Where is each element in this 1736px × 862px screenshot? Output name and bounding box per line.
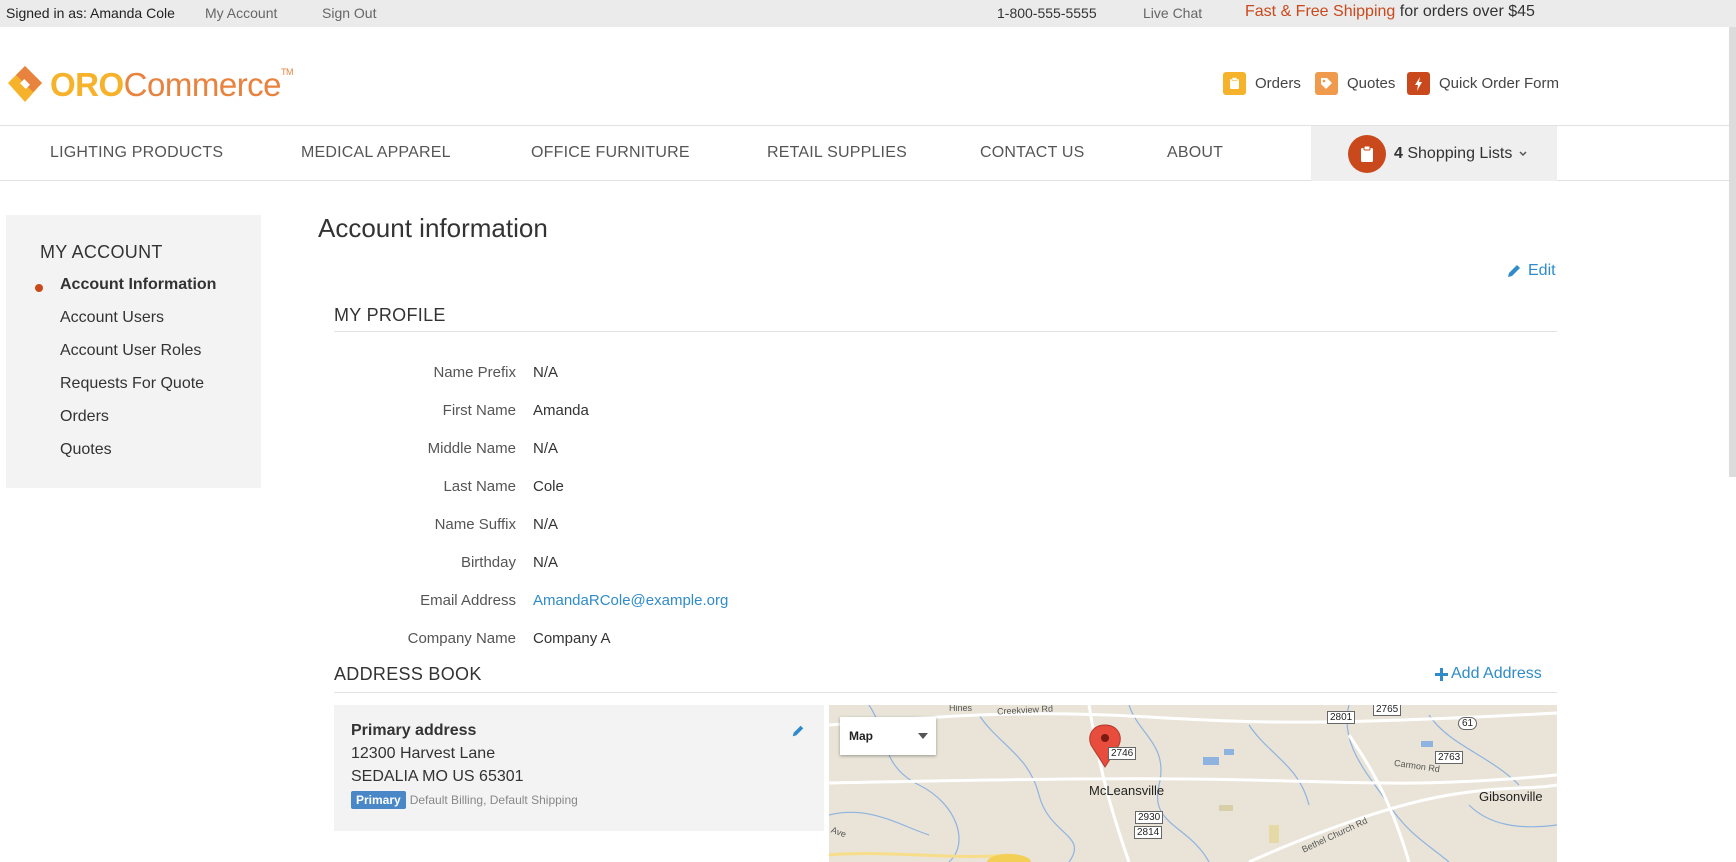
logo-wordmark: OROCommerceTM bbox=[50, 65, 294, 103]
orders-link-label: Orders bbox=[1255, 75, 1301, 92]
shopping-lists-label: 4 Shopping Lists bbox=[1394, 145, 1512, 163]
address-card-title: Primary address bbox=[351, 722, 477, 739]
page-title: Account information bbox=[318, 213, 548, 243]
top-bar: Signed in as: Amanda Cole My Account Sig… bbox=[0, 0, 1736, 27]
edit-profile-link[interactable]: Edit bbox=[1506, 262, 1556, 280]
chevron-down-icon bbox=[1519, 150, 1527, 156]
section-divider bbox=[334, 692, 1557, 693]
map-route-shield: 2930 bbox=[1135, 811, 1164, 824]
sidebar-item-account-user-roles[interactable]: Account User Roles bbox=[60, 342, 201, 360]
caret-down-icon bbox=[918, 733, 928, 739]
nav-item-contact-us[interactable]: CONTACT US bbox=[980, 144, 1085, 162]
field-label-name-suffix: Name Suffix bbox=[434, 516, 516, 533]
logo-text-commerce: Commerce bbox=[123, 65, 282, 103]
tag-icon bbox=[1315, 72, 1338, 95]
field-label-middle-name: Middle Name bbox=[427, 440, 516, 457]
section-divider bbox=[334, 331, 1557, 332]
sidebar-title: MY ACCOUNT bbox=[40, 242, 163, 262]
live-chat-link[interactable]: Live Chat bbox=[1143, 5, 1202, 21]
field-label-first-name: First Name bbox=[442, 402, 516, 419]
page-scrollbar[interactable] bbox=[1729, 27, 1736, 477]
field-value-name-prefix: N/A bbox=[533, 364, 559, 381]
field-value-last-name: Cole bbox=[533, 478, 564, 495]
shopping-lists-count: 4 bbox=[1394, 144, 1403, 162]
nav-item-about[interactable]: ABOUT bbox=[1167, 144, 1223, 162]
field-value-name-suffix: N/A bbox=[533, 516, 559, 533]
logo-mark-icon bbox=[8, 66, 42, 102]
field-label-email-address: Email Address bbox=[420, 592, 516, 609]
pencil-icon bbox=[1508, 265, 1520, 277]
add-address-label: Add Address bbox=[1451, 665, 1542, 682]
address-line-city: SEDALIA MO US 65301 bbox=[351, 768, 524, 785]
map-type-select[interactable]: Map bbox=[840, 717, 936, 755]
field-value-email-address[interactable]: AmandaRCole@example.org bbox=[533, 592, 728, 609]
clipboard-icon bbox=[1223, 72, 1246, 95]
phone-number: 1-800-555-5555 bbox=[997, 5, 1097, 21]
shopping-lists-dropdown[interactable]: 4 Shopping Lists bbox=[1311, 126, 1557, 181]
logo-trademark: TM bbox=[281, 66, 294, 77]
sidebar-item-requests-for-quote[interactable]: Requests For Quote bbox=[60, 375, 204, 393]
plus-icon bbox=[1435, 667, 1448, 681]
lightning-icon bbox=[1407, 72, 1430, 95]
my-profile-heading: MY PROFILE bbox=[334, 305, 446, 325]
field-value-middle-name: N/A bbox=[533, 440, 559, 457]
my-account-link[interactable]: My Account bbox=[205, 5, 277, 21]
shipping-promo: Fast & Free Shipping for orders over $45 bbox=[1245, 3, 1535, 21]
address-types: Primary Default Billing, Default Shippin… bbox=[351, 791, 578, 809]
address-line-street: 12300 Harvest Lane bbox=[351, 745, 496, 762]
edit-profile-label: Edit bbox=[1528, 262, 1556, 279]
map-route-shield: 2763 bbox=[1435, 751, 1464, 764]
add-address-link[interactable]: Add Address bbox=[1435, 665, 1542, 683]
field-label-last-name: Last Name bbox=[443, 478, 516, 495]
map-route-shield: 2765 bbox=[1373, 705, 1402, 716]
map-route-shield: 2801 bbox=[1327, 711, 1356, 724]
shipping-promo-accent: Fast & Free Shipping bbox=[1245, 3, 1396, 20]
shopping-list-icon bbox=[1348, 134, 1386, 173]
sidebar-item-account-users[interactable]: Account Users bbox=[60, 309, 164, 327]
shipping-promo-rest: for orders over $45 bbox=[1395, 3, 1535, 20]
site-logo[interactable]: OROCommerceTM bbox=[6, 62, 294, 106]
map-place-label-gibsonville: Gibsonville bbox=[1479, 789, 1543, 804]
sign-out-link[interactable]: Sign Out bbox=[322, 5, 376, 21]
map-route-shield: 2814 bbox=[1134, 826, 1163, 839]
map-canvas bbox=[829, 705, 1557, 862]
quick-order-form-label: Quick Order Form bbox=[1439, 75, 1560, 92]
address-map[interactable]: McLeansville Gibsonville Creekview Rd Ca… bbox=[829, 705, 1557, 862]
quotes-link-label: Quotes bbox=[1347, 75, 1396, 92]
edit-address-pencil-icon[interactable] bbox=[791, 724, 805, 738]
field-label-birthday: Birthday bbox=[460, 554, 516, 571]
quick-order-form-link[interactable]: Quick Order Form bbox=[1407, 72, 1559, 95]
orders-link[interactable]: Orders bbox=[1223, 72, 1301, 95]
map-route-shield: 2746 bbox=[1108, 747, 1137, 760]
field-value-birthday: N/A bbox=[533, 554, 559, 571]
address-book-heading: ADDRESS BOOK bbox=[334, 664, 482, 684]
quotes-link[interactable]: Quotes bbox=[1315, 72, 1395, 95]
field-value-company-name: Company A bbox=[533, 630, 611, 647]
logo-text-oro: ORO bbox=[50, 65, 124, 103]
signed-in-text: Signed in as: Amanda Cole bbox=[6, 5, 175, 21]
nav-item-medical-apparel[interactable]: MEDICAL APPAREL bbox=[301, 144, 451, 162]
sidebar-item-orders[interactable]: Orders bbox=[60, 408, 109, 426]
address-type-text: Default Billing, Default Shipping bbox=[409, 793, 578, 807]
address-card: Primary address 12300 Harvest Lane SEDAL… bbox=[334, 705, 824, 831]
nav-item-retail-supplies[interactable]: RETAIL SUPPLIES bbox=[767, 144, 907, 162]
field-label-name-prefix: Name Prefix bbox=[433, 364, 516, 381]
active-indicator-dot bbox=[35, 284, 43, 292]
nav-item-office-furniture[interactable]: OFFICE FURNITURE bbox=[531, 144, 690, 162]
map-route-shield: 61 bbox=[1458, 717, 1478, 730]
nav-item-lighting-products[interactable]: LIGHTING PRODUCTS bbox=[50, 144, 223, 162]
map-road-label-hines: Hines bbox=[949, 705, 973, 713]
field-value-first-name: Amanda bbox=[533, 402, 589, 419]
map-type-selected: Map bbox=[849, 729, 873, 743]
sidebar-item-quotes[interactable]: Quotes bbox=[60, 441, 112, 459]
map-place-label-mcleansville: McLeansville bbox=[1089, 783, 1165, 798]
sidebar-item-account-information[interactable]: Account Information bbox=[60, 276, 216, 294]
field-label-company-name: Company Name bbox=[407, 630, 516, 647]
main-navigation: LIGHTING PRODUCTS MEDICAL APPAREL OFFICE… bbox=[0, 125, 1736, 181]
primary-badge: Primary bbox=[351, 791, 406, 809]
shopping-lists-text: Shopping Lists bbox=[1402, 144, 1513, 162]
